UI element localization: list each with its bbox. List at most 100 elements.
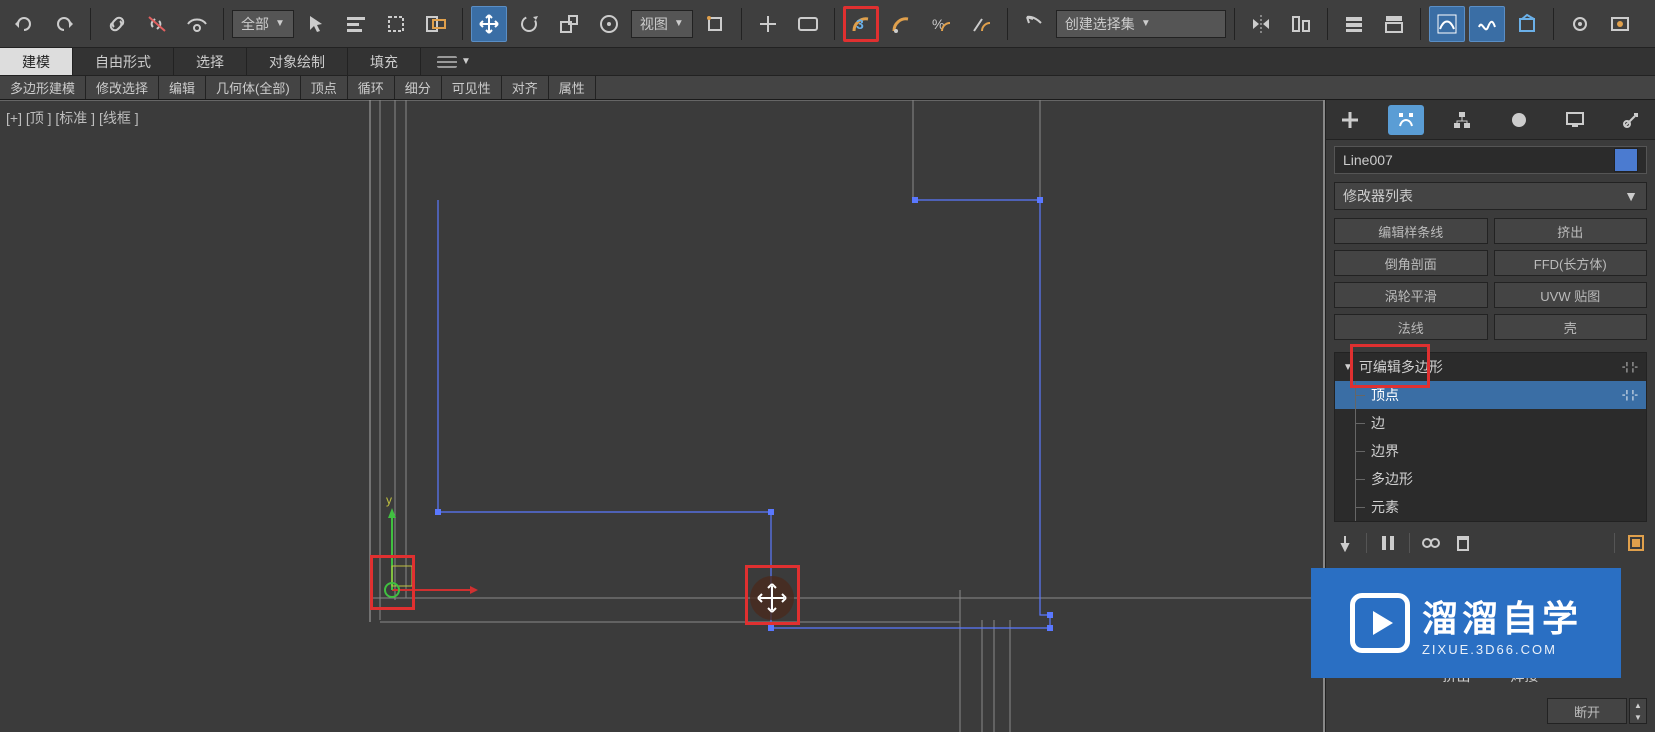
render-frame-button[interactable]: [1602, 6, 1638, 42]
rollout-buttons: 挤出 焊接: [1334, 666, 1647, 686]
make-unique-icon[interactable]: [1420, 532, 1442, 554]
subtab-modify-sel[interactable]: 修改选择: [86, 76, 159, 99]
bind-spacewarp-button[interactable]: [179, 6, 215, 42]
subtab-properties[interactable]: 属性: [549, 76, 596, 99]
chevron-down-icon: ▼: [1141, 18, 1151, 29]
tab-selection[interactable]: 选择: [174, 48, 247, 75]
layer-explorer-button[interactable]: [1336, 6, 1372, 42]
tab-motion[interactable]: [1501, 105, 1537, 135]
angle-snap-button[interactable]: 3: [843, 6, 879, 42]
link-button[interactable]: [99, 6, 135, 42]
viewport[interactable]: [+] [顶 ] [标准 ] [线框 ] y: [0, 100, 1325, 732]
rotate-button[interactable]: [511, 6, 547, 42]
percent-snap-button[interactable]: %: [923, 6, 959, 42]
subtab-geometry-all[interactable]: 几何体(全部): [206, 76, 301, 99]
render-setup-button[interactable]: [1562, 6, 1598, 42]
rect-region-button[interactable]: [378, 6, 414, 42]
edit-named-sel-button[interactable]: [1016, 6, 1052, 42]
tab-modeling[interactable]: 建模: [0, 48, 73, 75]
stack-element[interactable]: 元素: [1335, 493, 1646, 521]
mod-edit-spline[interactable]: 编辑样条线: [1334, 218, 1488, 244]
schematic-view-button[interactable]: [1469, 6, 1505, 42]
mod-ffd-box[interactable]: FFD(长方体): [1494, 250, 1648, 276]
align-button[interactable]: [1283, 6, 1319, 42]
selection-filter-dropdown[interactable]: 全部 ▼: [232, 10, 294, 38]
tab-fill[interactable]: 填充: [348, 48, 421, 75]
tab-display[interactable]: [1557, 105, 1593, 135]
named-sel-label: 创建选择集: [1065, 14, 1135, 34]
subtab-vertex[interactable]: 顶点: [301, 76, 348, 99]
mod-uvw-map[interactable]: UVW 贴图: [1494, 282, 1648, 308]
subtab-visibility[interactable]: 可见性: [442, 76, 502, 99]
btn-weld[interactable]: 焊接: [1511, 666, 1539, 686]
remove-mod-icon[interactable]: [1452, 532, 1474, 554]
vertex-ticks-icon: -¦ ¦-: [1622, 361, 1638, 373]
object-color-swatch[interactable]: [1614, 148, 1638, 172]
keyboard-shortcut-button[interactable]: [790, 6, 826, 42]
subtab-poly[interactable]: 多边形建模: [0, 76, 86, 99]
stack-polygon[interactable]: 多边形: [1335, 465, 1646, 493]
svg-text:3: 3: [856, 16, 864, 32]
material-editor-button[interactable]: [1509, 6, 1545, 42]
mod-turbosmooth[interactable]: 涡轮平滑: [1334, 282, 1488, 308]
select-object-button[interactable]: [298, 6, 334, 42]
modeling-subtabs: 多边形建模 修改选择 编辑 几何体(全部) 顶点 循环 细分 可见性 对齐 属性: [0, 76, 1655, 100]
subtab-align[interactable]: 对齐: [502, 76, 549, 99]
window-crossing-button[interactable]: [418, 6, 454, 42]
btn-extrude[interactable]: 挤出: [1443, 666, 1471, 686]
selection-filter-label: 全部: [241, 14, 269, 34]
subtab-loop[interactable]: 循环: [348, 76, 395, 99]
curve-editor-button[interactable]: [1429, 6, 1465, 42]
chevron-down-icon: ▼: [1624, 188, 1638, 204]
mod-bevel-profile[interactable]: 倒角剖面: [1334, 250, 1488, 276]
vertex-ticks-icon: -¦ ¦-: [1622, 389, 1638, 401]
undo-button[interactable]: [6, 6, 42, 42]
tab-object-paint[interactable]: 对象绘制: [247, 48, 348, 75]
manipulate-button[interactable]: [750, 6, 786, 42]
chevron-down-icon: ▼: [674, 18, 684, 29]
tab-utilities[interactable]: [1613, 105, 1649, 135]
subtab-edit[interactable]: 编辑: [159, 76, 206, 99]
chevron-down-icon: ▼: [275, 18, 285, 29]
stack-vertex[interactable]: 顶点-¦ ¦-: [1335, 381, 1646, 409]
mod-shell[interactable]: 壳: [1494, 314, 1648, 340]
spinner[interactable]: ▲ ▼: [1629, 698, 1647, 724]
tab-create[interactable]: [1332, 105, 1368, 135]
redo-button[interactable]: [46, 6, 82, 42]
subtab-subdivide[interactable]: 细分: [395, 76, 442, 99]
scale-button[interactable]: [551, 6, 587, 42]
ref-coord-label: 视图: [640, 14, 668, 34]
show-end-result-icon[interactable]: [1377, 532, 1399, 554]
spinner-snap-button[interactable]: [963, 6, 999, 42]
tab-freeform[interactable]: 自由形式: [73, 48, 174, 75]
menu-icon: [437, 56, 457, 68]
move-button[interactable]: [471, 6, 507, 42]
stack-border[interactable]: 边界: [1335, 437, 1646, 465]
mod-normal[interactable]: 法线: [1334, 314, 1488, 340]
viewport-canvas: y: [0, 100, 1325, 732]
angle-snap2-button[interactable]: [883, 6, 919, 42]
unlink-button[interactable]: [139, 6, 175, 42]
stack-header[interactable]: ▼ 可编辑多边形 -¦ ¦-: [1335, 353, 1646, 381]
triangle-down-icon: ▼: [1343, 362, 1353, 373]
toggle-ribbon-button[interactable]: [1376, 6, 1412, 42]
pin-stack-icon[interactable]: [1334, 532, 1356, 554]
placement-button[interactable]: [591, 6, 627, 42]
btn-break[interactable]: 断开: [1547, 698, 1627, 724]
modifier-stack[interactable]: ▼ 可编辑多边形 -¦ ¦- 顶点-¦ ¦- 边 边界 多边形 元素: [1334, 352, 1647, 522]
main-toolbar: 全部 ▼ 视图 ▼ 3 % 创建选择集 ▼: [0, 0, 1655, 48]
tab-hierarchy[interactable]: [1444, 105, 1480, 135]
tab-modify[interactable]: [1388, 105, 1424, 135]
use-pivot-button[interactable]: [697, 6, 733, 42]
mirror-button[interactable]: [1243, 6, 1279, 42]
mod-extrude[interactable]: 挤出: [1494, 218, 1648, 244]
select-by-name-button[interactable]: [338, 6, 374, 42]
named-sel-dropdown[interactable]: 创建选择集 ▼: [1056, 10, 1226, 38]
modifier-list-dropdown[interactable]: 修改器列表 ▼: [1334, 182, 1647, 210]
ref-coord-dropdown[interactable]: 视图 ▼: [631, 10, 693, 38]
ribbon-menu[interactable]: ▼: [421, 48, 487, 75]
configure-mod-icon[interactable]: [1625, 532, 1647, 554]
object-name-field[interactable]: Line007: [1334, 146, 1647, 174]
stack-edge[interactable]: 边: [1335, 409, 1646, 437]
command-panel-tabs: [1326, 100, 1655, 140]
